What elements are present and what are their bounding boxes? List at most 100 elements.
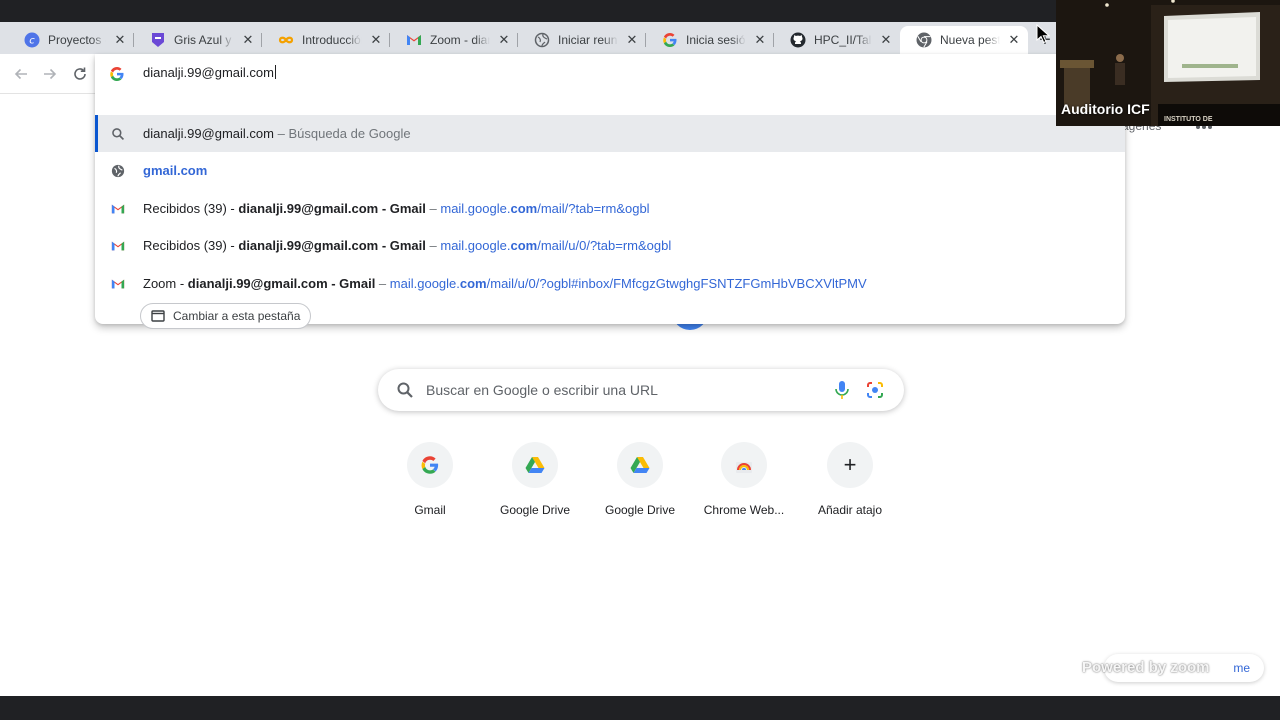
close-icon[interactable]: ✕ [240, 32, 256, 48]
gmail-icon [110, 201, 126, 217]
tab-label: Introducción [302, 33, 362, 47]
tab-hpc-taller[interactable]: HPC_II/Taller ✕ [774, 26, 900, 54]
tab-label: Inicia sesión [686, 33, 746, 47]
tab-inicia-sesion[interactable]: Inicia sesión ✕ [646, 26, 774, 54]
suggestion-prefix: Zoom - [143, 276, 188, 291]
google-icon [662, 32, 678, 48]
tab-iniciar-reunion[interactable]: Iniciar reunió ✕ [518, 26, 646, 54]
bottom-black-bar [0, 696, 1280, 720]
video-sign-text: INSTITUTO DE [1164, 116, 1213, 123]
chrome-web-store-icon [736, 462, 752, 473]
switch-to-tab-button[interactable]: Cambiar a esta pestaña [140, 303, 312, 329]
reload-button[interactable] [68, 62, 92, 86]
close-icon[interactable]: ✕ [752, 32, 768, 48]
search-icon [110, 126, 126, 142]
address-value: dianalji.99@gmail.com [143, 65, 274, 80]
google-drive-icon [630, 457, 650, 473]
shortcut-label: Añadir atajo [817, 503, 883, 517]
shortcut-chrome-web-store[interactable]: Chrome Web... [688, 442, 800, 522]
omnibox[interactable]: dianalji.99@gmail.com [95, 54, 1125, 94]
search-box[interactable]: Buscar en Google o escribir una URL [378, 369, 904, 411]
shortcut-google-drive[interactable]: Google Drive [479, 442, 591, 522]
infinity-icon [278, 32, 294, 48]
globe-icon [110, 163, 126, 179]
screen: c Proyectos - G ✕ Gris Azul y N ✕ Introd… [0, 0, 1280, 720]
tab-zoom-gmail[interactable]: Zoom - diana ✕ [390, 26, 518, 54]
shortcut-gmail[interactable]: Gmail [374, 442, 486, 522]
canva-icon: c [24, 32, 40, 48]
search-input[interactable]: Buscar en Google o escribir una URL [426, 382, 658, 398]
suggestion-gmail-3[interactable]: Zoom - dianalji.99@gmail.com - Gmail – m… [95, 265, 1125, 302]
suggestion-url-b: com [459, 276, 487, 291]
shortcut-add[interactable]: + Añadir atajo [794, 442, 906, 522]
tab-label: Proyectos - G [48, 33, 106, 47]
tab-proyectos[interactable]: c Proyectos - G ✕ [8, 26, 134, 54]
suggestion-gmail-1[interactable]: Recibidos (39) - dianalji.99@gmail.com -… [95, 190, 1125, 227]
suggestion-gmail-2[interactable]: Recibidos (39) - dianalji.99@gmail.com -… [95, 227, 1125, 264]
tab-nueva-pestana[interactable]: Nueva pestañ ✕ [900, 26, 1028, 54]
shortcut-label: Google Drive [604, 503, 676, 517]
suggestion-separator: – [273, 126, 289, 141]
shield-icon [150, 32, 166, 48]
suggestion-url-c: /mail/?tab=rm&ogbl [537, 201, 650, 216]
google-g-icon [421, 456, 439, 474]
shortcut-tile [407, 442, 453, 488]
close-icon[interactable]: ✕ [496, 32, 512, 48]
shortcut-google-drive-2[interactable]: Google Drive [584, 442, 696, 522]
shortcut-label: Chrome Web... [703, 503, 785, 517]
suggestion-url-a: mail.google. [440, 201, 511, 216]
suggestion-hint: Búsqueda de Google [288, 126, 411, 141]
address-input[interactable]: dianalji.99@gmail.com [143, 65, 276, 80]
suggestion-site[interactable]: gmail.com [95, 152, 1125, 189]
suggestion-title: dianalji.99@gmail.com - Gmail [238, 238, 426, 253]
suggestion-title: dianalji.99@gmail.com - Gmail [238, 201, 426, 216]
suggestion-prefix: Recibidos (39) - [143, 201, 239, 216]
tab-label: HPC_II/Taller [814, 33, 872, 47]
tab-gris-azul[interactable]: Gris Azul y N ✕ [134, 26, 262, 54]
shortcut-label: Google Drive [499, 503, 571, 517]
close-icon[interactable]: ✕ [624, 32, 640, 48]
mouse-cursor-icon [1036, 24, 1050, 44]
suggestion-separator: – [425, 201, 441, 216]
close-icon[interactable]: ✕ [878, 32, 894, 48]
gmail-icon [110, 276, 126, 292]
suggestion-query: dianalji.99@gmail.com [143, 126, 274, 141]
microphone-icon[interactable] [833, 380, 851, 400]
close-icon[interactable]: ✕ [1006, 32, 1022, 48]
tab-label: Nueva pestañ [940, 33, 1000, 47]
participant-name: Auditorio ICF [1061, 101, 1150, 117]
suggestion-url-b: com [510, 201, 538, 216]
forward-button[interactable] [38, 62, 62, 86]
omnibox-dropdown: dianalji.99@gmail.com dianalji.99@gmail.… [95, 54, 1125, 329]
zoom-watermark: Powered by zoom [1082, 659, 1210, 676]
suggestion-title: dianalji.99@gmail.com - Gmail [187, 276, 376, 291]
suggestion-url-a: mail.google. [389, 276, 460, 291]
suggestion-search[interactable]: dianalji.99@gmail.com – Búsqueda de Goog… [95, 115, 1125, 152]
google-drive-icon [525, 457, 545, 473]
arrow-right-icon [44, 68, 57, 80]
shortcut-tile [512, 442, 558, 488]
tab-label: Zoom - diana [430, 33, 490, 47]
globe-icon [534, 32, 550, 48]
tab-label: Iniciar reunió [558, 33, 618, 47]
suggestion-url-a: mail.google. [440, 238, 511, 253]
gmail-icon [406, 32, 422, 48]
tab-icon [151, 310, 165, 322]
suggestion-url-b: com [510, 238, 538, 253]
google-lens-icon[interactable] [866, 381, 884, 399]
close-icon[interactable]: ✕ [112, 32, 128, 48]
github-icon [790, 32, 806, 48]
shortcut-tile [721, 442, 767, 488]
plus-glyph: + [843, 452, 857, 477]
suggestion-url: gmail.com [143, 163, 208, 178]
reload-icon [74, 67, 86, 80]
text-caret [274, 65, 276, 79]
plus-icon: + [827, 442, 873, 488]
svg-text:c: c [29, 36, 35, 47]
back-button[interactable] [9, 62, 33, 86]
tab-introduccion[interactable]: Introducción ✕ [262, 26, 390, 54]
shortcut-tile [617, 442, 663, 488]
close-icon[interactable]: ✕ [368, 32, 384, 48]
suggestion-url-c: /mail/u/0/?tab=rm&ogbl [537, 238, 672, 253]
suggestion-prefix: Recibidos (39) - [143, 238, 239, 253]
